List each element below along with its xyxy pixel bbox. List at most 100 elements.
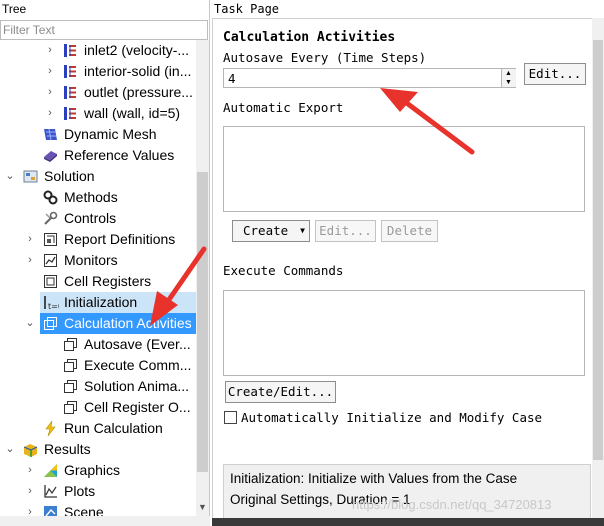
tree-header: Tree: [2, 2, 27, 16]
autosave-label: Autosave Every (Time Steps): [223, 50, 427, 65]
plots-icon: [42, 483, 59, 500]
tree-item-solution-animation[interactable]: Solution Anima...: [0, 376, 196, 397]
tree-item-reference-values[interactable]: Reference Values: [0, 145, 196, 166]
tree-item-interior-solid[interactable]: › interior-solid (in...: [0, 61, 196, 82]
tree-item-label: Solution: [44, 168, 95, 184]
tree-item-label: Execute Comm...: [84, 357, 192, 373]
svg-text:t=0: t=0: [48, 302, 59, 311]
tree-item-calculation-activities[interactable]: ⌄ Calculation Activities: [0, 313, 196, 334]
tree-body: › inlet2 (velocity-... › interior-solid …: [0, 40, 196, 516]
chevron-right-icon[interactable]: ›: [44, 106, 56, 120]
spin-up-icon[interactable]: ▲: [505, 69, 512, 78]
tree-item-outlet[interactable]: › outlet (pressure...: [0, 82, 196, 103]
methods-icon: [42, 189, 59, 206]
export-edit-button[interactable]: Edit...: [315, 220, 376, 242]
tree-item-plots[interactable]: › Plots: [0, 481, 196, 502]
tree-item-dynamic-mesh[interactable]: Dynamic Mesh: [0, 124, 196, 145]
tree-item-label: Solution Anima...: [84, 378, 190, 394]
tree-item-run-calculation[interactable]: Run Calculation: [0, 418, 196, 439]
tree-item-scene[interactable]: › Scene: [0, 502, 196, 516]
tree-item-initialization[interactable]: t=0 Initialization: [0, 292, 196, 313]
export-delete-button[interactable]: Delete: [381, 220, 438, 242]
boundary-icon: [62, 42, 79, 59]
tree-item-label: Cell Register O...: [84, 399, 191, 415]
tree-item-wall[interactable]: › wall (wall, id=5): [0, 103, 196, 124]
tree-item-label: Reference Values: [64, 147, 175, 163]
chevron-right-icon[interactable]: ›: [24, 463, 36, 477]
results-icon: [22, 441, 39, 458]
activity-icon: [62, 378, 79, 395]
tree-item-label: Dynamic Mesh: [64, 126, 157, 142]
dropdown-arrow-icon: ▼: [300, 226, 305, 235]
report-icon: [42, 231, 59, 248]
task-page-scroll-thumb[interactable]: [593, 40, 603, 460]
task-page-content: Calculation Activities Autosave Every (T…: [212, 18, 592, 526]
tree-item-monitors[interactable]: › Monitors: [0, 250, 196, 271]
chevron-right-icon[interactable]: ›: [44, 85, 56, 99]
tree-item-results[interactable]: ⌄ Results: [0, 439, 196, 460]
execute-commands-label: Execute Commands: [223, 263, 344, 278]
tree-scroll-thumb[interactable]: [197, 172, 208, 472]
chevron-down-icon[interactable]: ⌄: [4, 442, 16, 456]
tree-horizontal-scrollbar[interactable]: [0, 516, 210, 526]
chevron-right-icon[interactable]: ›: [24, 484, 36, 498]
tree-item-methods[interactable]: Methods: [0, 187, 196, 208]
filter-text-input[interactable]: Filter Text: [0, 20, 208, 40]
tree-item-label: Report Definitions: [64, 231, 176, 247]
chevron-right-icon[interactable]: ›: [44, 64, 56, 78]
automatic-export-list[interactable]: [223, 126, 585, 212]
tree-item-controls[interactable]: Controls: [0, 208, 196, 229]
create-edit-button[interactable]: Create/Edit...: [225, 381, 336, 403]
run-calculation-icon: [42, 420, 59, 437]
auto-initialize-checkbox[interactable]: [224, 411, 237, 424]
chevron-right-icon[interactable]: ›: [44, 43, 56, 57]
tree-item-cell-register-operations[interactable]: Cell Register O...: [0, 397, 196, 418]
chevron-down-icon[interactable]: ⌄: [4, 169, 16, 183]
tree-item-label: Scene: [64, 504, 104, 516]
tree-item-inlet2[interactable]: › inlet2 (velocity-...: [0, 40, 196, 61]
calculation-activities-icon: [42, 315, 59, 332]
spinner-buttons[interactable]: ▲ ▼: [501, 69, 516, 87]
monitors-icon: [42, 252, 59, 269]
tree-item-label: Initialization: [64, 294, 138, 310]
autosave-input[interactable]: 4 ▲ ▼: [223, 68, 516, 88]
chevron-right-icon[interactable]: ›: [24, 232, 36, 246]
tree-item-execute-commands[interactable]: Execute Comm...: [0, 355, 196, 376]
tree-item-graphics[interactable]: › Graphics: [0, 460, 196, 481]
task-page-panel: Task Page Calculation Activities Autosav…: [212, 0, 604, 526]
tree-item-label: Controls: [64, 210, 117, 226]
tree-item-label: Monitors: [64, 252, 118, 268]
chevron-right-icon[interactable]: ›: [24, 505, 36, 516]
tree-item-solution[interactable]: ⌄ Solution: [0, 166, 196, 187]
activity-icon: [62, 336, 79, 353]
boundary-icon: [62, 84, 79, 101]
spin-down-icon[interactable]: ▼: [505, 78, 512, 87]
tree-item-autosave[interactable]: Autosave (Ever...: [0, 334, 196, 355]
tree-item-label: Cell Registers: [64, 273, 152, 289]
scroll-down-arrow-icon[interactable]: ▼: [197, 500, 208, 514]
tree-item-label: outlet (pressure...: [84, 84, 193, 100]
solution-icon: [22, 168, 39, 185]
create-dropdown-button[interactable]: Create ▼: [232, 220, 310, 242]
activity-icon: [62, 399, 79, 416]
chevron-down-icon[interactable]: ⌄: [24, 316, 36, 330]
tree-item-label: Plots: [64, 483, 96, 499]
autosave-edit-button[interactable]: Edit...: [524, 63, 586, 85]
graphics-icon: [42, 462, 59, 479]
create-label: Create: [243, 223, 289, 238]
execute-commands-list[interactable]: [223, 290, 585, 376]
boundary-icon: [62, 63, 79, 80]
reference-values-icon: [42, 147, 59, 164]
tree-item-label: interior-solid (in...: [84, 63, 192, 79]
cell-registers-icon: [42, 273, 59, 290]
tree-item-report-definitions[interactable]: › Report Definitions: [0, 229, 196, 250]
tree-item-label: wall (wall, id=5): [84, 105, 181, 121]
tree-item-label: Methods: [64, 189, 118, 205]
initialization-summary-box: Initialization: Initialize with Values f…: [223, 464, 591, 526]
tree-item-label: Calculation Activities: [64, 315, 192, 331]
tree-item-label: Graphics: [64, 462, 121, 478]
chevron-right-icon[interactable]: ›: [24, 253, 36, 267]
tree-item-cell-registers[interactable]: Cell Registers: [0, 271, 196, 292]
dynamic-mesh-icon: [42, 126, 59, 143]
tree-item-label: Autosave (Ever...: [84, 336, 191, 352]
